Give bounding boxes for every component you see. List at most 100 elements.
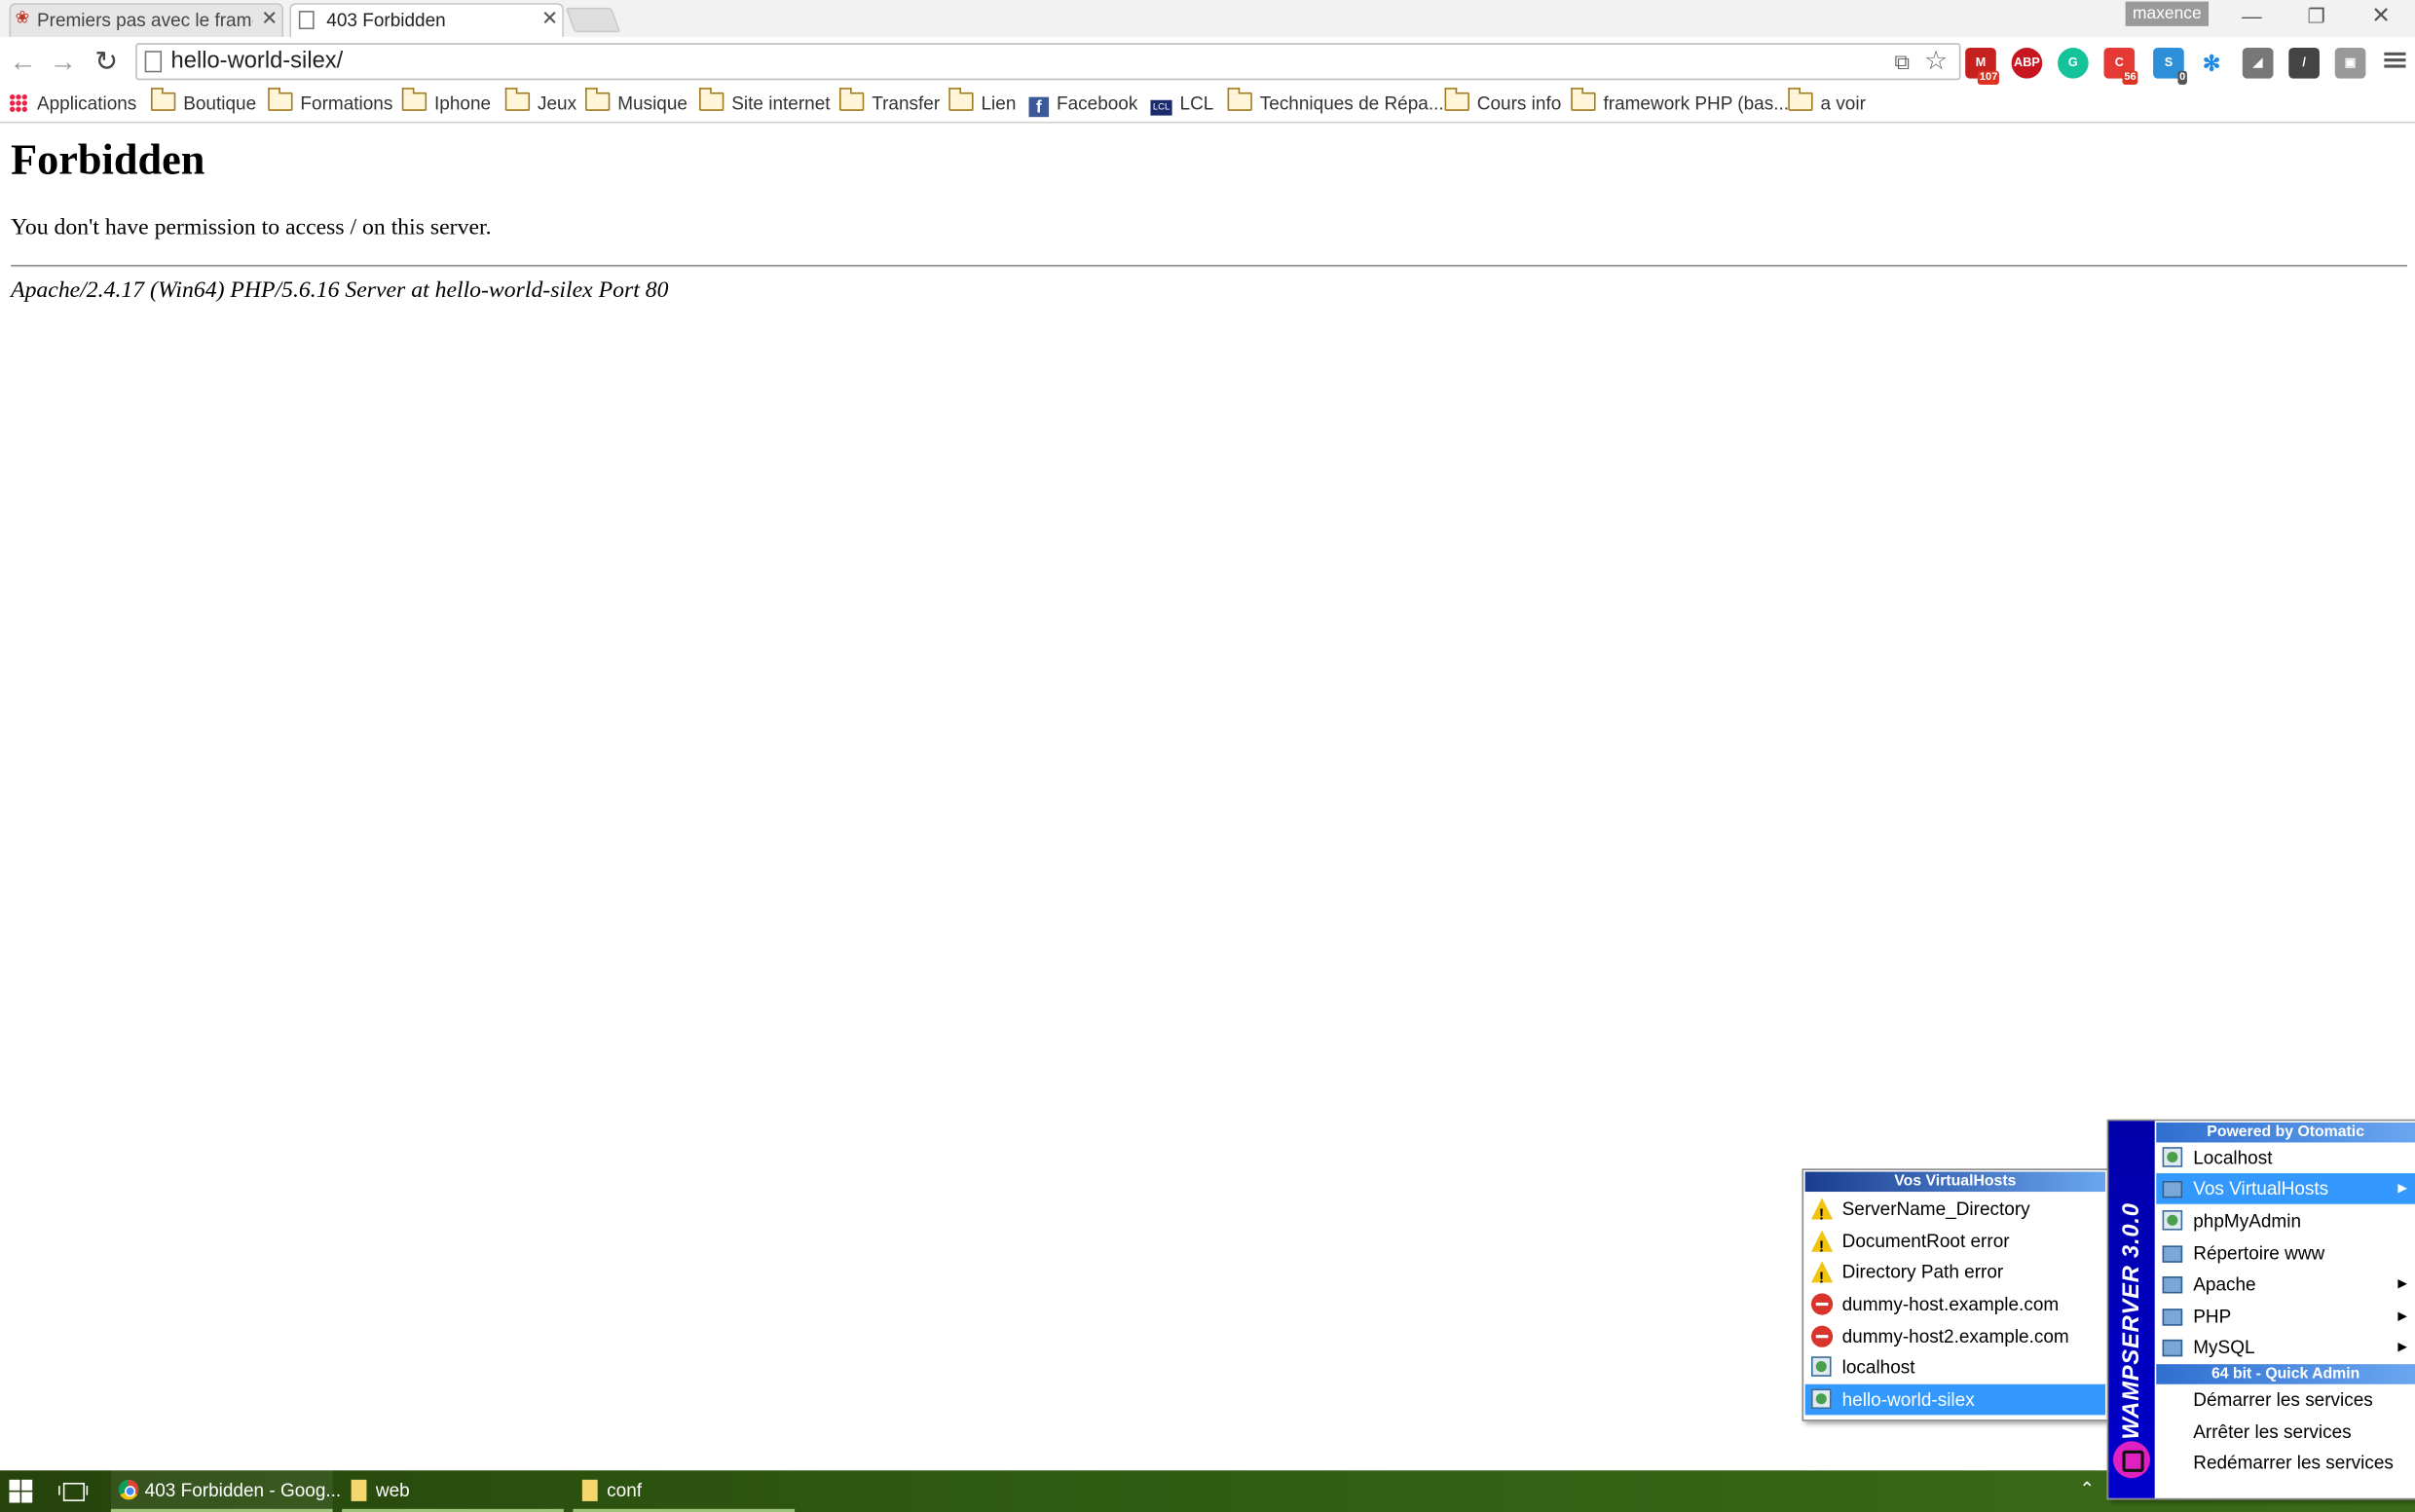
wamp-stop-services[interactable]: Arrêter les services (2156, 1417, 2415, 1448)
folder-icon (504, 88, 531, 111)
chrome-menu-icon[interactable] (2384, 50, 2406, 71)
new-tab-button[interactable] (565, 7, 621, 33)
wamp-item-php[interactable]: PHP ▶ (2156, 1301, 2415, 1332)
tab-premiers-pas[interactable]: ❀ Premiers pas avec le framew ✕ (9, 3, 284, 37)
tray-chevron-icon[interactable]: ⌃ (2079, 1478, 2095, 1499)
error-message: You don't have permission to access / on… (11, 215, 492, 240)
bookmark-facebook[interactable]: f Facebook (1028, 90, 1137, 118)
bookmark-techniques[interactable]: Techniques de Répa... (1227, 88, 1444, 117)
bookmark-applications[interactable]: Applications (9, 90, 136, 117)
wamp-header-powered: Powered by Otomatic (2156, 1122, 2415, 1143)
wamp-item-phpmyadmin[interactable]: phpMyAdmin (2156, 1205, 2415, 1236)
wamp-item-vos-virtualhosts[interactable]: Vos VirtualHosts ▶ (2156, 1173, 2415, 1204)
screen: ❀ Premiers pas avec le framew ✕ 403 Forb… (0, 0, 2415, 1512)
folder-icon (2162, 1339, 2183, 1357)
close-icon[interactable]: ✕ (259, 7, 280, 29)
page-icon (1810, 1356, 1832, 1377)
wamp-restart-services[interactable]: Redémarrer les services (2156, 1448, 2415, 1479)
folder-icon (838, 88, 865, 111)
grey-extension-icon[interactable]: ◢ (2242, 48, 2274, 79)
restore-icon[interactable]: ❐ (2285, 0, 2347, 34)
console-extension-icon[interactable]: / (2288, 48, 2320, 79)
stop-icon (1810, 1325, 1834, 1347)
bookmark-boutique[interactable]: Boutique (150, 88, 256, 117)
folder-icon (401, 88, 427, 111)
network-extension-icon[interactable]: ✻ (2196, 48, 2228, 79)
page-icon (2162, 1147, 2183, 1167)
blue-extension-badge: 0 (2177, 70, 2187, 85)
stop-icon (1810, 1293, 1834, 1315)
warning-icon (1810, 1230, 1834, 1264)
vhost-item-dummy-host2[interactable]: dummy-host2.example.com (1805, 1321, 2105, 1352)
chrome-icon (118, 1479, 139, 1500)
bookmark-lcl[interactable]: LCL LCL (1150, 90, 1213, 117)
back-arrow-icon[interactable]: ← (6, 45, 40, 79)
window-close-icon[interactable]: ✕ (2351, 0, 2412, 34)
wamp-item-mysql[interactable]: MySQL ▶ (2156, 1332, 2415, 1363)
virtualhosts-header: Vos VirtualHosts (1804, 1171, 2106, 1193)
vhost-item-documentroot-error[interactable]: DocumentRoot error (1805, 1226, 2105, 1264)
folder-icon (2162, 1245, 2183, 1263)
vhost-item-dummy-host[interactable]: dummy-host.example.com (1805, 1289, 2105, 1320)
vhost-item-directory-path-error[interactable]: Directory Path error (1805, 1256, 2105, 1295)
bookmark-framework-php[interactable]: framework PHP (bas... (1571, 88, 1789, 117)
browser-toolbar: ← → ↻ hello-world-silex/ ⧉ ☆ M 107 ABP G … (0, 36, 2415, 85)
task-view-icon[interactable] (58, 1481, 90, 1502)
folder-icon (1571, 88, 1596, 111)
tab-title: 403 Forbidden (326, 9, 446, 31)
server-signature: Apache/2.4.17 (Win64) PHP/5.6.16 Server … (11, 278, 669, 304)
taskbar-item-conf[interactable]: conf (573, 1470, 796, 1512)
profile-button[interactable]: maxence (2125, 1, 2210, 26)
wamp-sidebar-title: WAMPSERVER 3.0.0 (2118, 1202, 2145, 1440)
taskbar-item-chrome[interactable]: 403 Forbidden - Goog... (110, 1470, 341, 1512)
close-icon[interactable]: ✕ (539, 7, 561, 29)
red-extension-icon[interactable]: C 56 (2103, 48, 2138, 85)
bookmark-iphone[interactable]: Iphone (401, 88, 491, 117)
puzzle-extension-icon[interactable]: ▣ (2334, 48, 2366, 79)
bookmark-musique[interactable]: Musique (585, 88, 687, 117)
grammarly-icon[interactable]: G (2058, 48, 2089, 79)
adblock-plus-icon[interactable]: ABP (2011, 48, 2043, 79)
blue-extension-icon[interactable]: S0 (2153, 48, 2187, 85)
bookmarks-bar: Applications Boutique Formations Iphone … (0, 84, 2415, 124)
page-heading: Forbidden (11, 136, 205, 185)
forward-arrow-icon[interactable]: → (46, 45, 80, 79)
vhost-item-localhost[interactable]: localhost (1805, 1352, 2105, 1383)
vhost-item-hello-world-silex[interactable]: hello-world-silex (1804, 1383, 2106, 1416)
wamp-start-services[interactable]: Démarrer les services (2156, 1384, 2415, 1416)
url-text[interactable]: hello-world-silex/ (171, 48, 344, 74)
folder-icon (2162, 1309, 2183, 1326)
bookmark-star-icon[interactable]: ☆ (1923, 48, 1948, 74)
wamp-item-apache[interactable]: Apache ▶ (2156, 1269, 2415, 1300)
divider (11, 265, 2408, 269)
taskbar-item-web[interactable]: web (342, 1470, 564, 1512)
wamp-item-repertoire-www[interactable]: Répertoire www (2156, 1238, 2415, 1270)
bookmark-transfer[interactable]: Transfer (838, 88, 940, 117)
translate-icon[interactable]: ⧉ (1890, 50, 1914, 74)
windows-start-icon[interactable] (9, 1479, 33, 1504)
bookmark-a-voir[interactable]: a voir (1788, 88, 1866, 117)
bookmark-lien[interactable]: Lien (948, 88, 1016, 117)
page-info-icon[interactable] (144, 51, 163, 73)
minimize-icon[interactable]: — (2221, 0, 2283, 34)
bookmark-cours-info[interactable]: Cours info (1444, 88, 1561, 117)
wamp-item-localhost[interactable]: Localhost (2156, 1142, 2415, 1173)
bookmark-site-internet[interactable]: Site internet (699, 88, 831, 117)
address-bar[interactable]: hello-world-silex/ ⧉ ☆ (135, 43, 1961, 81)
silex-favicon-icon: ❀ (15, 9, 30, 28)
warning-icon (1810, 1261, 1834, 1295)
tab-403-forbidden[interactable]: 403 Forbidden ✕ (289, 3, 564, 37)
file-explorer-icon (581, 1479, 598, 1501)
vhost-item-servername-directory[interactable]: ServerName_Directory (1805, 1194, 2105, 1232)
tab-title: Premiers pas avec le framew (36, 9, 253, 31)
wamp-header-quick-admin: 64 bit - Quick Admin (2156, 1364, 2415, 1384)
folder-icon (268, 88, 293, 111)
folder-icon (2162, 1180, 2183, 1199)
bookmark-formations[interactable]: Formations (268, 88, 392, 117)
warning-icon (1810, 1198, 1834, 1232)
reload-icon[interactable]: ↻ (90, 45, 124, 79)
bookmark-jeux[interactable]: Jeux (504, 88, 576, 117)
facebook-icon: f (1028, 96, 1050, 118)
apps-grid-icon (9, 93, 28, 113)
gmail-extension-icon[interactable]: M 107 (1965, 48, 1999, 85)
